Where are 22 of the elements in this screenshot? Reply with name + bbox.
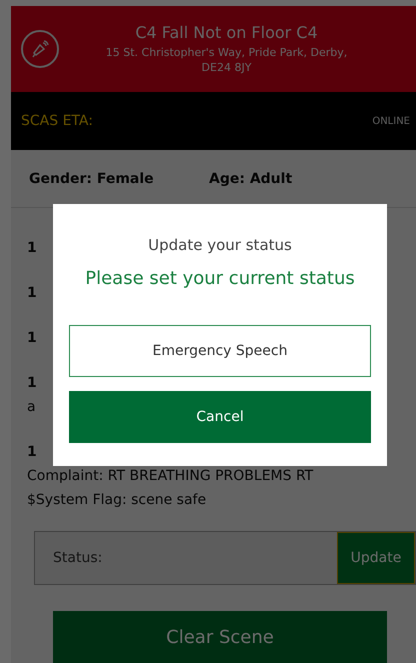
gender-label: Gender: Female [29,170,155,186]
incident-address: 15 St. Christopher's Way, Pride Park, Derby, DE24 8JY [104,45,348,75]
note-text: Complaint: RT BREATHING PROBLEMS RT [27,467,314,486]
incident-title: C4 Fall Not on Floor C4 [135,23,318,42]
note-text: 1 [27,239,37,258]
dialog-title: Update your status [148,236,292,254]
note-text: $System Flag: scene safe [27,491,206,510]
dialog-message: Please set your current status [85,268,355,289]
note-text: 1 [27,329,37,348]
clear-scene-button[interactable]: Clear Scene [53,611,387,663]
note-text: a [27,398,36,417]
age-label: Age: Adult [209,170,294,186]
note-text: 1 [27,443,37,462]
eta-label: SCAS ETA: [21,113,93,129]
megaphone-icon[interactable] [21,30,59,68]
update-button[interactable]: Update [337,532,415,584]
status-option-button[interactable]: Emergency Speech [69,325,371,377]
status-option-button[interactable]: Cancel [69,391,371,443]
note-text: 1 [27,374,37,393]
connection-status: ONLINE [372,116,410,126]
status-field[interactable]: Status: Update [34,531,416,585]
note-text: 1 [27,284,37,303]
